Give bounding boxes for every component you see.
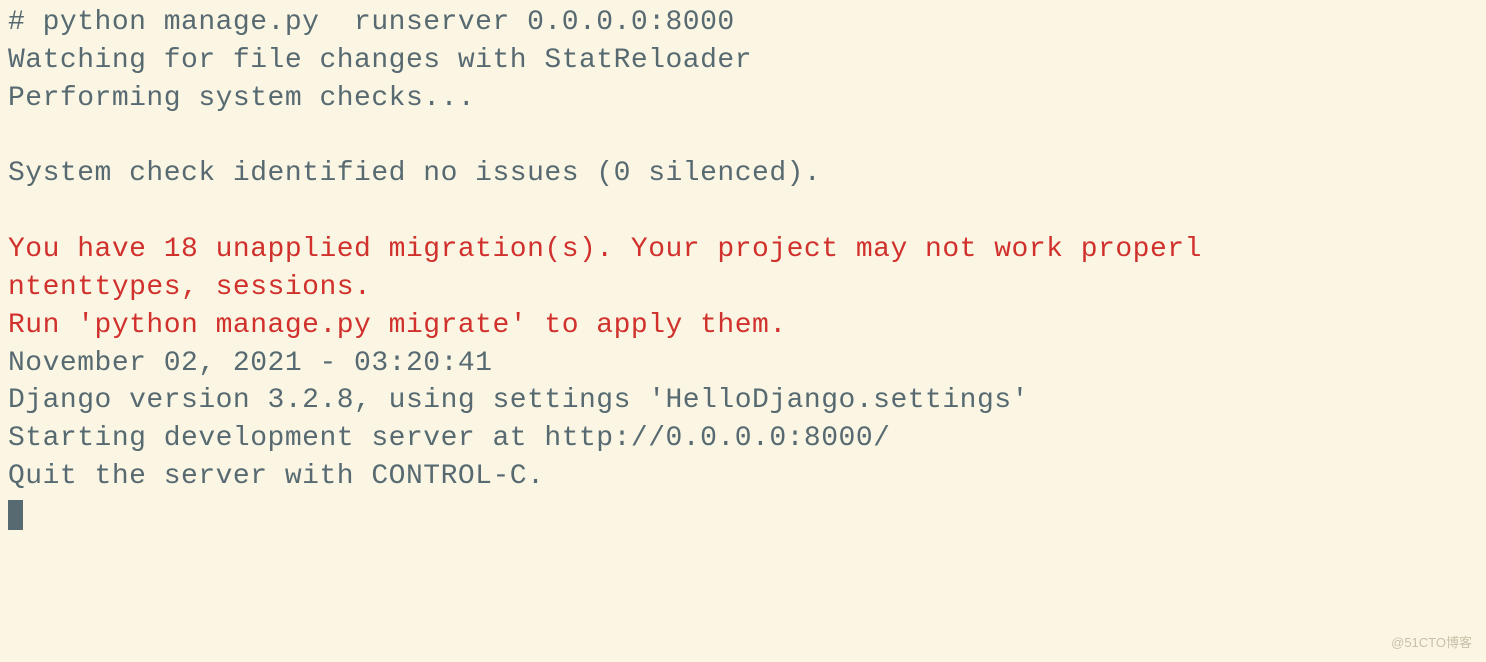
terminal-line: System check identified no issues (0 sil…	[8, 155, 1478, 193]
terminal-line: November 02, 2021 - 03:20:41	[8, 345, 1478, 383]
terminal-line: Starting development server at http://0.…	[8, 420, 1478, 458]
terminal-blank-line	[8, 193, 1478, 231]
terminal-line: Performing system checks...	[8, 80, 1478, 118]
terminal-output: # python manage.py runserver 0.0.0.0:800…	[8, 4, 1478, 496]
terminal-cursor	[8, 496, 1478, 534]
watermark-text: @51CTO博客	[1391, 634, 1472, 652]
terminal-line: Run 'python manage.py migrate' to apply …	[8, 307, 1478, 345]
terminal-line: # python manage.py runserver 0.0.0.0:800…	[8, 4, 1478, 42]
terminal-line: Django version 3.2.8, using settings 'He…	[8, 382, 1478, 420]
terminal-line: You have 18 unapplied migration(s). Your…	[8, 231, 1478, 269]
terminal-line: Watching for file changes with StatReloa…	[8, 42, 1478, 80]
terminal-line: Quit the server with CONTROL-C.	[8, 458, 1478, 496]
terminal-blank-line	[8, 117, 1478, 155]
terminal-line: ntenttypes, sessions.	[8, 269, 1478, 307]
